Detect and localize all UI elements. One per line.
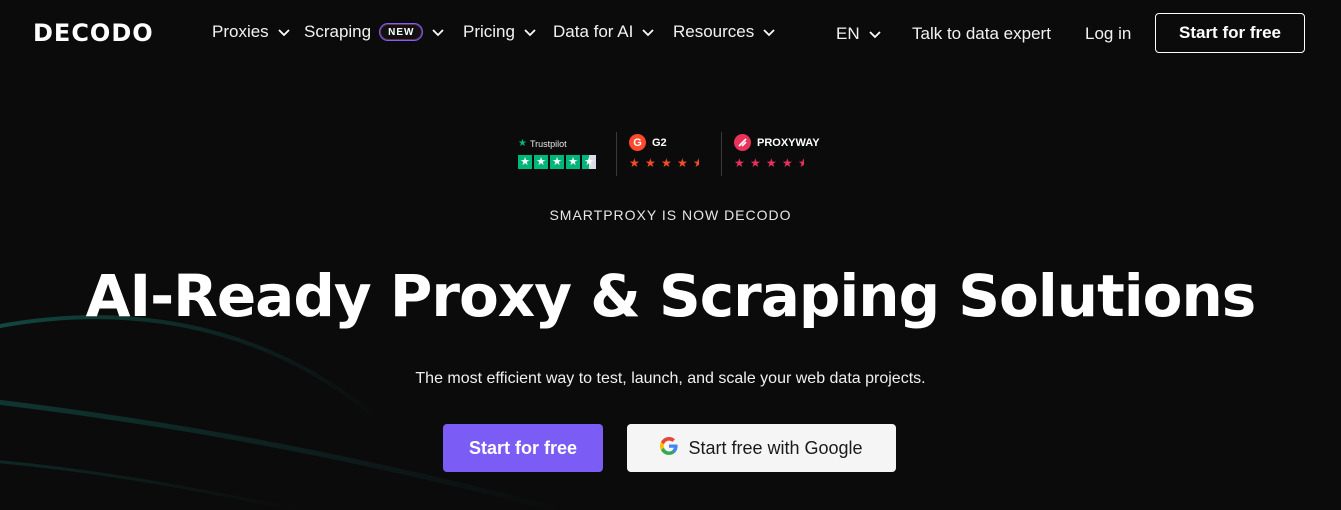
star-icon: ★ bbox=[645, 156, 656, 170]
nav-item-label: Pricing bbox=[463, 22, 515, 41]
trustpilot-stars: ★ ★ ★ ★ ★ bbox=[518, 155, 596, 169]
rebrand-eyebrow: SMARTPROXY IS NOW DECODO bbox=[549, 207, 792, 223]
logo-text: DECODO bbox=[33, 19, 154, 47]
landing-page: DECODO Proxies Scraping NEW Pricing Data… bbox=[0, 0, 1341, 510]
g2-label: G2 bbox=[652, 136, 667, 149]
nav-item-label: Scraping bbox=[304, 22, 372, 41]
chevron-down-icon bbox=[277, 25, 291, 39]
trustpilot-rating[interactable]: ★ Trustpilot ★ ★ ★ ★ ★ bbox=[518, 138, 596, 169]
new-badge: NEW bbox=[379, 23, 424, 41]
g2-stars: ★ ★ ★ ★ ★ bbox=[629, 157, 705, 169]
chevron-down-icon bbox=[431, 25, 445, 39]
nav-item-label: Resources bbox=[673, 22, 755, 41]
login-link[interactable]: Log in bbox=[1085, 22, 1131, 46]
star-icon: ★ bbox=[677, 156, 688, 170]
trustpilot-label: Trustpilot bbox=[529, 138, 567, 149]
hero-subtext: The most efficient way to test, launch, … bbox=[415, 370, 926, 387]
top-navigation: DECODO Proxies Scraping NEW Pricing Data… bbox=[0, 0, 1341, 64]
hero-headline: AI-Ready Proxy & Scraping Solutions bbox=[85, 262, 1257, 330]
star-icon: ★ bbox=[693, 156, 704, 170]
nav-start-free-button[interactable]: Start for free bbox=[1155, 13, 1305, 53]
chevron-down-icon bbox=[762, 25, 776, 39]
g2-logo-icon: G bbox=[629, 134, 646, 151]
nav-item-pricing[interactable]: Pricing bbox=[463, 20, 537, 44]
divider bbox=[721, 132, 722, 176]
nav-item-resources[interactable]: Resources bbox=[673, 20, 776, 44]
star-icon: ★ bbox=[582, 155, 596, 169]
proxyway-logo-icon bbox=[734, 134, 751, 151]
chevron-down-icon bbox=[641, 25, 655, 39]
star-icon: ★ bbox=[550, 155, 564, 169]
star-icon: ★ bbox=[629, 156, 640, 170]
divider bbox=[616, 132, 617, 176]
star-icon: ★ bbox=[534, 155, 548, 169]
star-icon: ★ bbox=[782, 156, 793, 170]
chevron-down-icon bbox=[868, 27, 882, 41]
nav-item-label: Data for AI bbox=[553, 22, 634, 41]
google-button-label: Start free with Google bbox=[688, 437, 863, 458]
start-with-google-button[interactable]: Start free with Google bbox=[627, 424, 896, 472]
g2-rating[interactable]: G G2 ★ ★ ★ ★ ★ bbox=[629, 134, 705, 169]
talk-to-expert-link[interactable]: Talk to data expert bbox=[912, 22, 1051, 46]
language-label: EN bbox=[836, 24, 860, 43]
start-free-button[interactable]: Start for free bbox=[443, 424, 603, 472]
proxyway-stars: ★ ★ ★ ★ ★ bbox=[734, 157, 820, 169]
star-icon: ★ bbox=[518, 155, 532, 169]
nav-item-data-for-ai[interactable]: Data for AI bbox=[553, 20, 655, 44]
proxyway-rating[interactable]: PROXYWAY ★ ★ ★ ★ ★ bbox=[734, 134, 820, 169]
nav-item-proxies[interactable]: Proxies bbox=[212, 20, 291, 44]
star-icon: ★ bbox=[566, 155, 580, 169]
nav-item-scraping[interactable]: Scraping NEW bbox=[304, 20, 445, 44]
decodo-logo[interactable]: DECODO bbox=[33, 19, 154, 47]
trustpilot-star-icon: ★ bbox=[518, 138, 527, 149]
nav-item-label: Proxies bbox=[212, 22, 269, 41]
star-icon: ★ bbox=[766, 156, 777, 170]
star-icon: ★ bbox=[661, 156, 672, 170]
language-selector[interactable]: EN bbox=[836, 22, 882, 46]
google-g-icon bbox=[660, 436, 679, 460]
star-icon: ★ bbox=[734, 156, 745, 170]
star-icon: ★ bbox=[750, 156, 761, 170]
proxyway-label: PROXYWAY bbox=[757, 136, 820, 149]
chevron-down-icon bbox=[523, 25, 537, 39]
star-icon: ★ bbox=[798, 156, 809, 170]
